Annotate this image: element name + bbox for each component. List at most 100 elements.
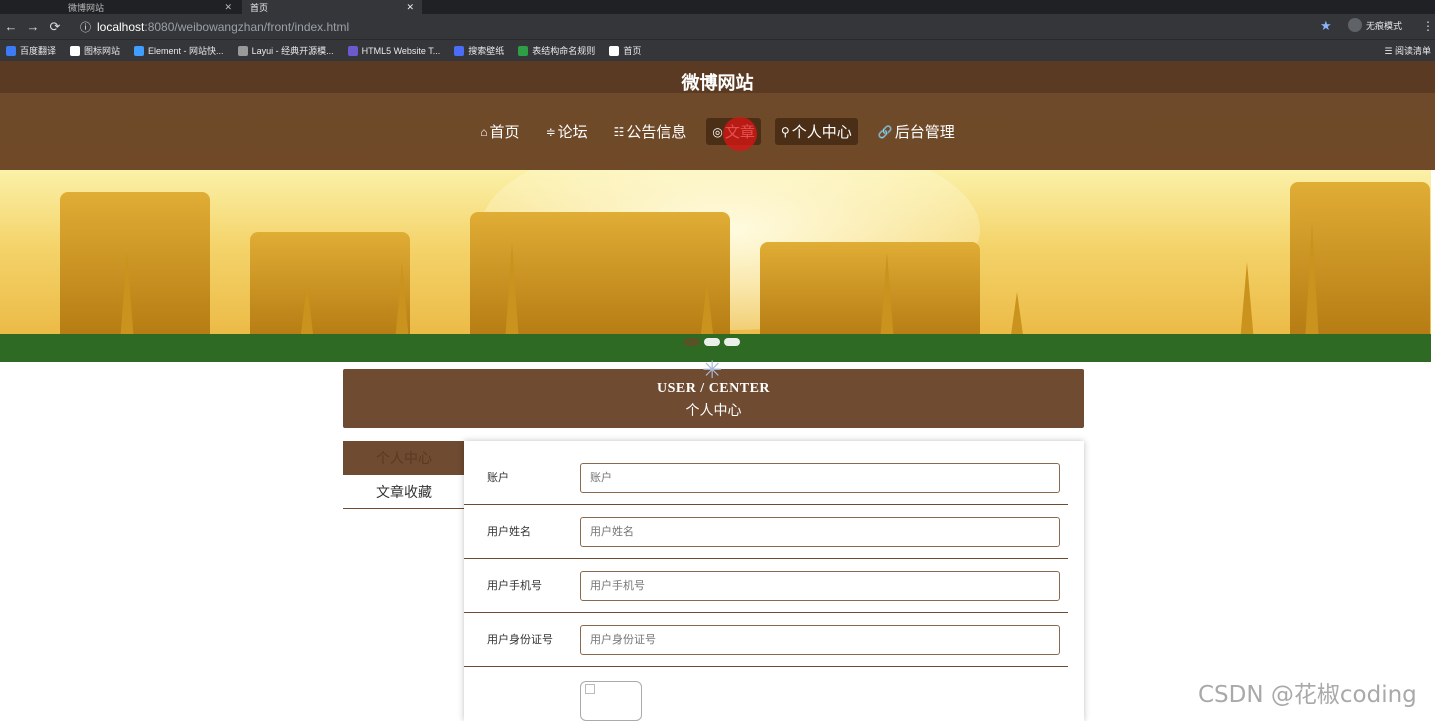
bookmark-label: 百度翻译 xyxy=(20,46,57,56)
reading-list-label: 阅读清单 xyxy=(1394,46,1431,56)
back-icon[interactable]: ← xyxy=(0,19,22,34)
banner-pagoda xyxy=(60,192,210,342)
banner-spire xyxy=(700,282,714,342)
carousel-dot[interactable] xyxy=(704,338,720,346)
form-row-user-phone: 用户手机号 xyxy=(464,559,1068,613)
avatar-upload[interactable] xyxy=(580,681,642,721)
user-name-label: 用户姓名 xyxy=(487,526,531,538)
form-row-account: 账户 xyxy=(464,451,1068,505)
site-header: 微博网站 ⌂首页≑论坛☷公告信息◎文章⚲个人中心🔗后台管理 xyxy=(0,61,1435,170)
banner-spire xyxy=(505,242,519,342)
nav-label: 公告信息 xyxy=(626,124,687,141)
address-bar[interactable]: ⓘ localhost:8080/weibowangzhan/front/ind… xyxy=(80,17,1320,36)
close-icon[interactable]: ✕ xyxy=(224,2,232,13)
incognito-label: 无痕模式 xyxy=(1366,20,1403,31)
carousel-dot[interactable] xyxy=(724,338,740,346)
user-id-card-input[interactable] xyxy=(580,625,1060,655)
banner-spire xyxy=(120,252,134,342)
side-menu: 个人中心 文章收藏 xyxy=(343,441,465,509)
user-id-card-label: 用户身份证号 xyxy=(487,634,553,646)
incognito-icon xyxy=(1348,18,1362,32)
article-icon: ◎ xyxy=(712,124,723,139)
home-icon: ⌂ xyxy=(480,124,488,139)
bookmark-label: HTML5 Website T... xyxy=(361,45,441,56)
nav-user-center[interactable]: ⚲ 个人中心 xyxy=(774,118,858,145)
click-indicator xyxy=(723,117,757,151)
nav-notice[interactable]: ☷ 公告信息 xyxy=(608,118,693,145)
browser-tab[interactable]: 微博网站 ✕ xyxy=(60,0,240,14)
bookmark-item[interactable]: 百度翻译 xyxy=(6,44,56,57)
user-name-input[interactable] xyxy=(580,517,1060,547)
bookmark-item[interactable]: Element - 网站快... xyxy=(134,44,224,57)
bookmark-item[interactable]: 首页 xyxy=(609,44,641,57)
banner-spire xyxy=(1240,262,1254,342)
banner-pagoda xyxy=(760,242,980,342)
nav-admin[interactable]: 🔗 后台管理 xyxy=(872,118,961,145)
nav-label: 论坛 xyxy=(557,124,588,141)
user-phone-label: 用户手机号 xyxy=(487,580,542,592)
bookmark-label: 表结构命名规则 xyxy=(532,46,596,56)
form-row-user-id-card: 用户身份证号 xyxy=(464,613,1068,667)
sparkle-icon: ✳ xyxy=(702,357,723,384)
reload-icon[interactable]: ⟳ xyxy=(44,19,66,35)
carousel-dot[interactable] xyxy=(684,338,700,346)
bookmark-item[interactable]: 图标网站 xyxy=(70,44,120,57)
tab-label: 首页 xyxy=(250,2,269,13)
browser-tabbar: 微博网站 ✕ 首页 ✕ xyxy=(0,0,1435,14)
incognito-indicator[interactable]: 无痕模式 xyxy=(1348,18,1402,32)
bookmark-label: 图标网站 xyxy=(84,46,121,56)
forward-icon[interactable]: → xyxy=(22,19,44,34)
banner-pagoda xyxy=(250,232,410,342)
side-item-article-favorites[interactable]: 文章收藏 xyxy=(343,475,465,509)
profile-form: 账户用户姓名用户手机号用户身份证号 xyxy=(464,441,1084,721)
banner-spire xyxy=(300,282,314,342)
side-item-user-center[interactable]: 个人中心 xyxy=(343,441,465,475)
bookmarks-bar: 百度翻译 图标网站 Element - 网站快... Layui - 经典开源模...… xyxy=(0,39,1435,61)
bookmark-item[interactable]: 搜索壁纸 xyxy=(454,44,504,57)
bookmark-item[interactable]: 表结构命名规则 xyxy=(518,44,595,57)
notice-icon: ☷ xyxy=(613,124,625,139)
reading-list[interactable]: ☰ 阅读清单 xyxy=(1384,44,1431,57)
nav-label: 后台管理 xyxy=(894,124,955,141)
browser-toolbar: ← → ⟳ ⓘ localhost:8080/weibowangzhan/fro… xyxy=(0,14,1435,39)
bookmark-item[interactable]: Layui - 经典开源模... xyxy=(237,44,334,57)
url-path: :8080/weibowangzhan/front/index.html xyxy=(144,19,350,34)
tab-label: 微博网站 xyxy=(68,2,105,13)
bookmark-icon xyxy=(6,45,16,56)
nav-forum[interactable]: ≑ 论坛 xyxy=(540,118,594,145)
user-center-icon: ⚲ xyxy=(780,124,790,139)
nav-label: 首页 xyxy=(489,124,520,141)
banner-carousel[interactable] xyxy=(0,170,1431,362)
bookmark-star-icon[interactable]: ★ xyxy=(1320,18,1332,34)
banner-spire xyxy=(1305,222,1319,342)
bookmark-label: 首页 xyxy=(623,46,642,56)
main-nav: ⌂首页≑论坛☷公告信息◎文章⚲个人中心🔗后台管理 xyxy=(0,118,1435,145)
bookmark-icon xyxy=(454,45,465,56)
form-row-user-name: 用户姓名 xyxy=(464,505,1068,559)
bookmark-label: Layui - 经典开源模... xyxy=(251,46,334,56)
bookmark-icon xyxy=(518,45,529,56)
user-phone-input[interactable] xyxy=(580,571,1060,601)
nav-home[interactable]: ⌂ 首页 xyxy=(474,118,525,145)
account-input[interactable] xyxy=(580,463,1060,493)
user-center-title-zh: 个人中心 xyxy=(685,404,742,419)
watermark: CSDN @花椒coding xyxy=(1198,682,1417,708)
upload-checkbox[interactable] xyxy=(585,684,595,694)
info-icon[interactable]: ⓘ xyxy=(80,19,91,35)
bookmark-label: 搜索壁纸 xyxy=(468,46,505,56)
admin-icon: 🔗 xyxy=(877,124,893,139)
bookmark-icon xyxy=(70,45,81,56)
close-icon[interactable]: ✕ xyxy=(406,2,414,13)
bookmark-label: Element - 网站快... xyxy=(148,46,224,56)
banner-spire xyxy=(880,252,894,342)
browser-tab-active[interactable]: 首页 ✕ xyxy=(242,0,422,14)
menu-icon[interactable]: ⋮ xyxy=(1422,19,1434,33)
url-host: localhost xyxy=(97,19,145,34)
bookmark-icon xyxy=(609,45,620,56)
bookmark-item[interactable]: HTML5 Website T... xyxy=(347,45,441,56)
carousel-dots xyxy=(684,338,740,346)
bookmark-icon xyxy=(347,45,358,56)
account-label: 账户 xyxy=(487,472,509,484)
site-title: 微博网站 xyxy=(681,73,754,93)
banner-spire xyxy=(395,262,409,342)
